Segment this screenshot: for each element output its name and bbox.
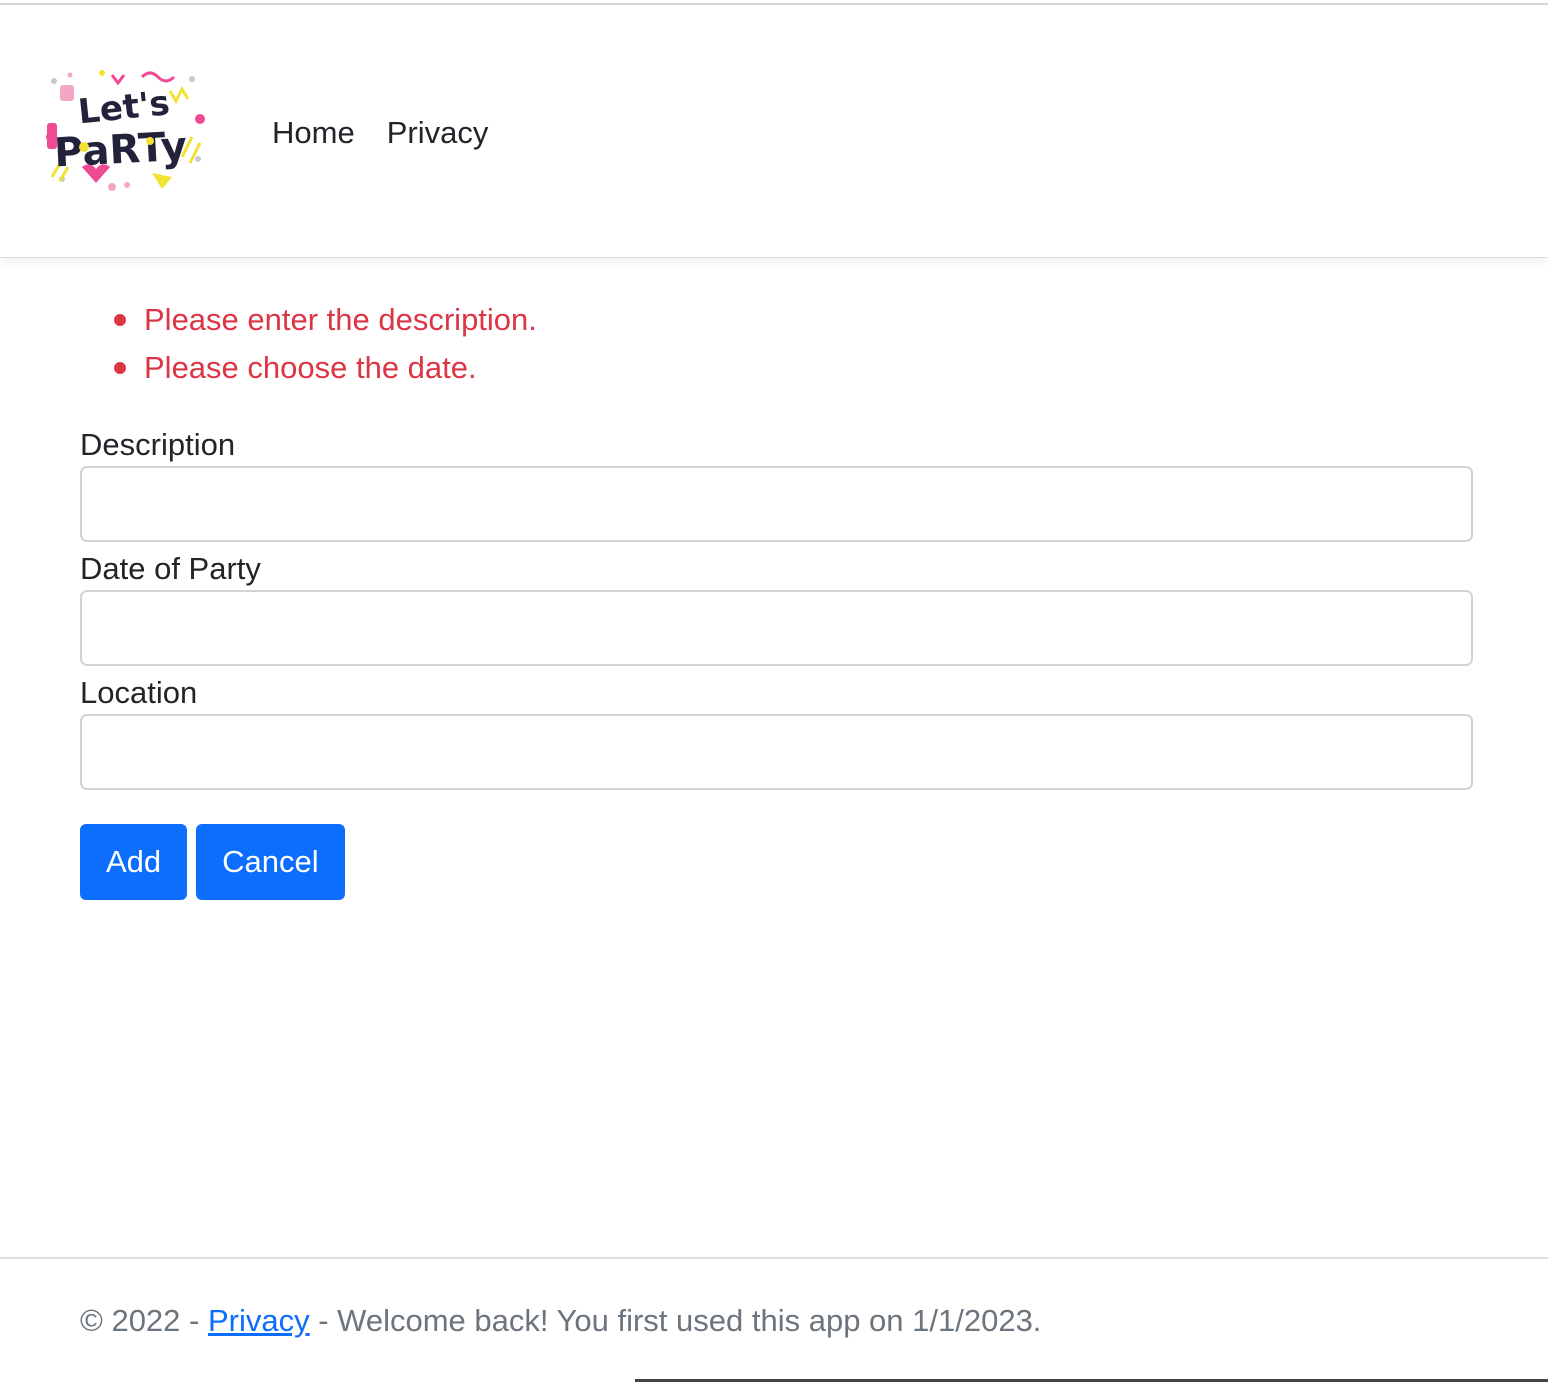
form-actions: Add Cancel	[80, 824, 345, 900]
description-input[interactable]	[80, 466, 1473, 542]
description-label: Description	[80, 427, 236, 462]
cancel-button[interactable]: Cancel	[196, 824, 345, 900]
party-logo-icon: Let's PaRTy	[42, 67, 206, 199]
nav-privacy-link[interactable]: Privacy	[371, 113, 505, 153]
navbar: Let's PaRTy Home Privacy	[0, 5, 1548, 258]
add-button[interactable]: Add	[80, 824, 188, 900]
footer-privacy-link[interactable]: Privacy	[208, 1303, 310, 1338]
nav-home-link[interactable]: Home	[256, 113, 371, 153]
validation-summary: Please enter the description. Please cho…	[110, 296, 537, 392]
svg-text:PaRTy: PaRTy	[53, 124, 188, 177]
nav-links: Home Privacy	[256, 113, 504, 153]
party-form: Description Date of Party Location	[80, 424, 1473, 796]
date-input[interactable]	[80, 590, 1473, 666]
validation-error: Please choose the date.	[110, 344, 537, 392]
footer-welcome-message: - Welcome back! You first used this app …	[309, 1303, 1042, 1338]
footer: © 2022 - Privacy - Welcome back! You fir…	[0, 1257, 1548, 1382]
date-label: Date of Party	[80, 551, 261, 586]
footer-text: © 2022 - Privacy - Welcome back! You fir…	[80, 1303, 1041, 1339]
footer-copyright: © 2022 -	[80, 1303, 208, 1338]
location-label: Location	[80, 675, 198, 710]
brand-logo[interactable]: Let's PaRTy	[42, 67, 206, 199]
validation-error: Please enter the description.	[110, 296, 537, 344]
location-input[interactable]	[80, 714, 1473, 790]
